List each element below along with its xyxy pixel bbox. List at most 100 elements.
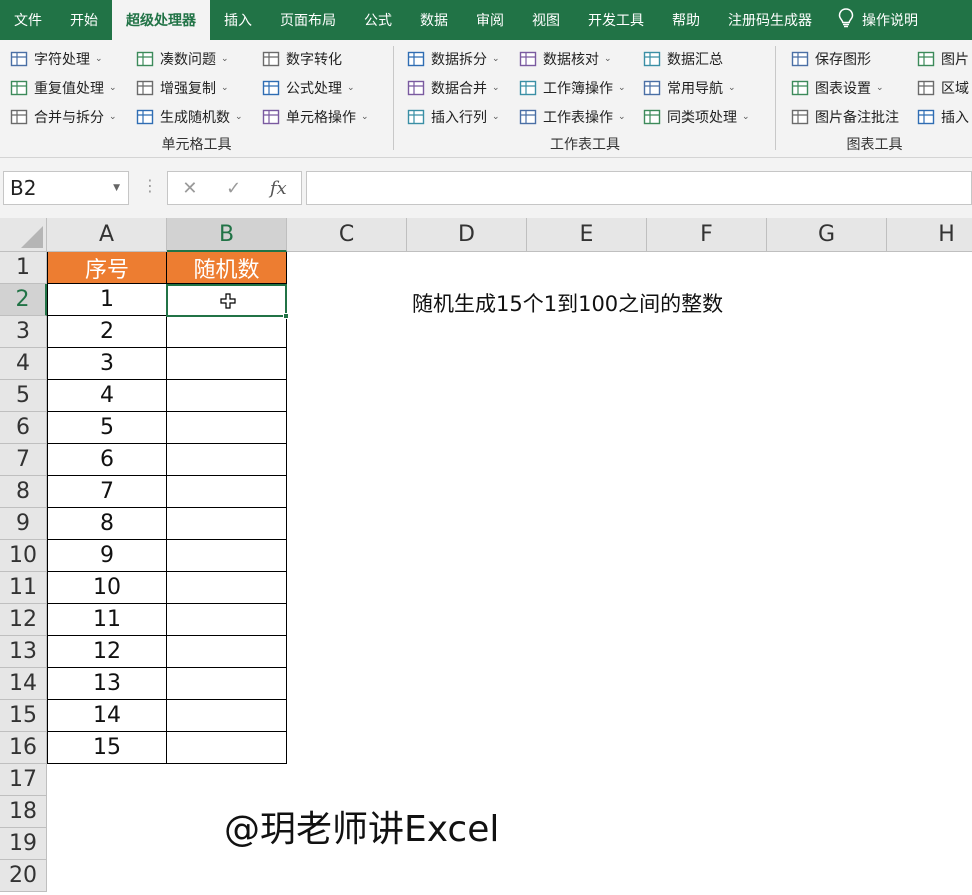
serial-cell[interactable]: 9 [47, 540, 167, 572]
ribbon-button-1-2-2[interactable]: 同类项处理 ⌄ [643, 102, 750, 131]
serial-cell[interactable]: 15 [47, 732, 167, 764]
menu-tab-8[interactable]: 视图 [518, 0, 574, 40]
ribbon-button-1-1-0[interactable]: 数据核对 ⌄ [519, 44, 626, 73]
row-header-14[interactable]: 14 [0, 668, 47, 700]
row-header-17[interactable]: 17 [0, 764, 47, 796]
column-header-B[interactable]: B [167, 218, 287, 252]
column-header-G[interactable]: G [767, 218, 887, 252]
row-header-19[interactable]: 19 [0, 828, 47, 860]
column-header-F[interactable]: F [647, 218, 767, 252]
ribbon-button-0-0-0[interactable]: 字符处理 ⌄ [10, 44, 117, 73]
random-value-cell[interactable] [167, 380, 287, 412]
ribbon-button-0-2-2[interactable]: 单元格操作 ⌄ [262, 102, 369, 131]
ribbon-button-1-0-0[interactable]: 数据拆分 ⌄ [407, 44, 500, 73]
row-header-3[interactable]: 3 [0, 316, 47, 348]
ribbon-button-2-0-2[interactable]: 图片备注批注 [791, 102, 899, 131]
serial-cell[interactable]: 6 [47, 444, 167, 476]
row-header-8[interactable]: 8 [0, 476, 47, 508]
menu-tab-0[interactable]: 文件 [0, 0, 56, 40]
column-header-E[interactable]: E [527, 218, 647, 252]
random-value-cell[interactable] [167, 668, 287, 700]
column-header-H[interactable]: H [887, 218, 972, 252]
insert-function-button[interactable]: fx [270, 178, 287, 199]
header-cell-b[interactable]: 随机数 [167, 252, 287, 284]
ribbon-button-1-2-1[interactable]: 常用导航 ⌄ [643, 73, 750, 102]
row-header-9[interactable]: 9 [0, 508, 47, 540]
random-value-cell[interactable] [167, 316, 287, 348]
menu-tab-11[interactable]: 注册码生成器 [714, 0, 826, 40]
random-value-cell[interactable] [167, 508, 287, 540]
ribbon-button-1-1-1[interactable]: 工作簿操作 ⌄ [519, 73, 626, 102]
serial-cell[interactable]: 10 [47, 572, 167, 604]
random-value-cell[interactable] [167, 572, 287, 604]
row-header-2[interactable]: 2 [0, 284, 47, 316]
row-header-6[interactable]: 6 [0, 412, 47, 444]
ribbon-button-1-2-0[interactable]: 数据汇总 [643, 44, 750, 73]
ribbon-button-1-0-1[interactable]: 数据合并 ⌄ [407, 73, 500, 102]
serial-cell[interactable]: 12 [47, 636, 167, 668]
menu-tab-7[interactable]: 审阅 [462, 0, 518, 40]
ribbon-button-2-0-1[interactable]: 图表设置 ⌄ [791, 73, 899, 102]
ribbon-button-1-0-2[interactable]: 插入行列 ⌄ [407, 102, 500, 131]
column-header-D[interactable]: D [407, 218, 527, 252]
row-header-10[interactable]: 10 [0, 540, 47, 572]
serial-cell[interactable]: 8 [47, 508, 167, 540]
serial-cell[interactable]: 3 [47, 348, 167, 380]
help-menu[interactable]: 操作说明 [838, 0, 918, 40]
random-value-cell[interactable] [167, 476, 287, 508]
header-cell-a[interactable]: 序号 [47, 252, 167, 284]
random-value-cell[interactable] [167, 604, 287, 636]
row-header-20[interactable]: 20 [0, 860, 47, 892]
fill-handle[interactable] [283, 313, 289, 319]
row-header-7[interactable]: 7 [0, 444, 47, 476]
formula-input[interactable] [306, 171, 972, 205]
menu-tab-10[interactable]: 帮助 [658, 0, 714, 40]
random-value-cell[interactable] [167, 444, 287, 476]
ribbon-button-2-1-2[interactable]: 插入 [917, 102, 969, 131]
serial-cell[interactable]: 4 [47, 380, 167, 412]
column-header-A[interactable]: A [47, 218, 167, 252]
random-value-cell[interactable] [167, 540, 287, 572]
serial-cell[interactable]: 7 [47, 476, 167, 508]
menu-tab-5[interactable]: 公式 [350, 0, 406, 40]
ribbon-button-2-0-0[interactable]: 保存图形 [791, 44, 899, 73]
name-box[interactable]: B2 ▼ [3, 171, 129, 205]
row-header-4[interactable]: 4 [0, 348, 47, 380]
row-header-1[interactable]: 1 [0, 252, 47, 284]
ribbon-button-0-1-1[interactable]: 增强复制 ⌄ [136, 73, 243, 102]
chevron-down-icon[interactable]: ▼ [113, 183, 120, 193]
ribbon-button-0-2-0[interactable]: 数字转化 [262, 44, 369, 73]
random-value-cell[interactable] [167, 700, 287, 732]
random-value-cell[interactable] [167, 636, 287, 668]
ribbon-button-0-0-2[interactable]: 合并与拆分 ⌄ [10, 102, 117, 131]
menu-tab-2[interactable]: 超级处理器 [112, 0, 210, 40]
serial-cell[interactable]: 1 [47, 284, 167, 316]
ribbon-button-0-1-0[interactable]: 凑数问题 ⌄ [136, 44, 243, 73]
drag-handle-icon[interactable]: ⋮ [142, 176, 158, 195]
select-all-button[interactable] [0, 218, 47, 252]
random-value-cell[interactable] [167, 732, 287, 764]
row-header-15[interactable]: 15 [0, 700, 47, 732]
row-header-13[interactable]: 13 [0, 636, 47, 668]
row-header-16[interactable]: 16 [0, 732, 47, 764]
ribbon-button-2-1-1[interactable]: 区域 [917, 73, 969, 102]
serial-cell[interactable]: 14 [47, 700, 167, 732]
enter-icon[interactable]: ✓ [226, 178, 241, 199]
serial-cell[interactable]: 5 [47, 412, 167, 444]
ribbon-button-0-1-2[interactable]: 生成随机数 ⌄ [136, 102, 243, 131]
row-header-11[interactable]: 11 [0, 572, 47, 604]
serial-cell[interactable]: 11 [47, 604, 167, 636]
menu-tab-3[interactable]: 插入 [210, 0, 266, 40]
ribbon-button-1-1-2[interactable]: 工作表操作 ⌄ [519, 102, 626, 131]
random-value-cell[interactable] [167, 412, 287, 444]
row-header-5[interactable]: 5 [0, 380, 47, 412]
row-header-12[interactable]: 12 [0, 604, 47, 636]
serial-cell[interactable]: 2 [47, 316, 167, 348]
row-header-18[interactable]: 18 [0, 796, 47, 828]
menu-tab-1[interactable]: 开始 [56, 0, 112, 40]
menu-tab-9[interactable]: 开发工具 [574, 0, 658, 40]
cancel-icon[interactable]: ✕ [182, 178, 197, 199]
column-header-C[interactable]: C [287, 218, 407, 252]
menu-tab-4[interactable]: 页面布局 [266, 0, 350, 40]
serial-cell[interactable]: 13 [47, 668, 167, 700]
